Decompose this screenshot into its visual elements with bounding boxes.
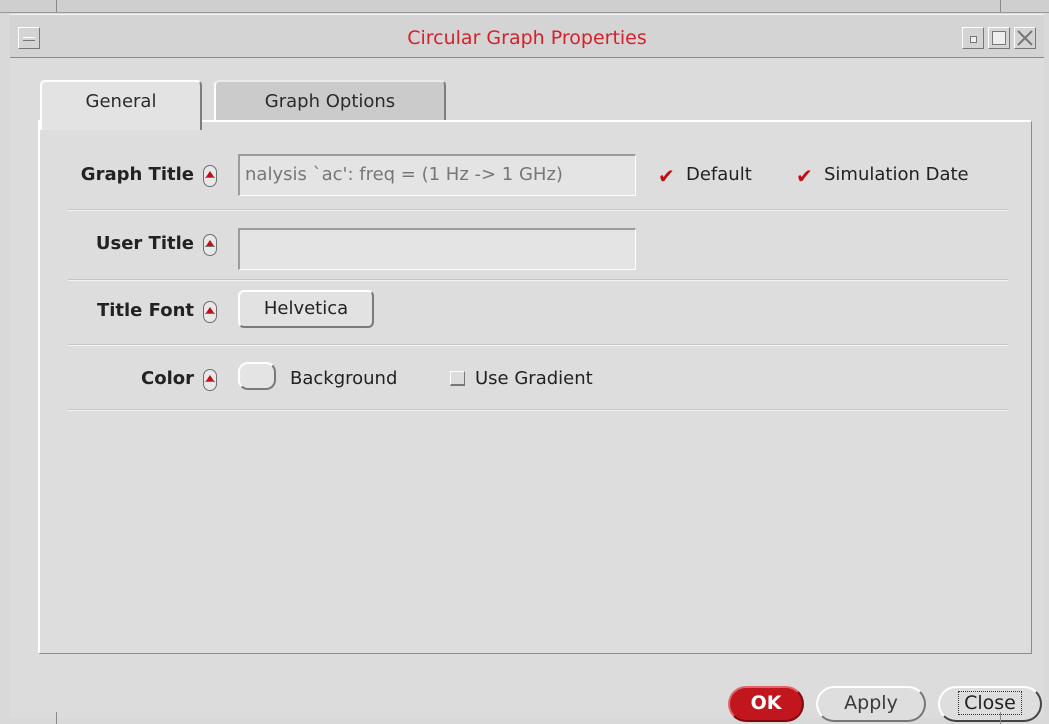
frame-tick (1000, 712, 1001, 724)
title-font-button[interactable]: Helvetica (238, 290, 374, 328)
tab-graph-options-label: Graph Options (264, 91, 396, 112)
checkbox-icon (450, 371, 465, 386)
ok-button[interactable]: OK (728, 686, 804, 722)
close-button[interactable]: Close (938, 686, 1042, 722)
frame-tick (56, 712, 57, 724)
background-color-button[interactable] (238, 362, 276, 390)
tab-graph-options[interactable]: Graph Options (214, 80, 446, 124)
title-font-label: Title Font (96, 300, 194, 321)
tab-general-label: General (85, 91, 157, 112)
close-window-button[interactable] (1014, 27, 1036, 49)
window-title: Circular Graph Properties (407, 27, 647, 49)
simulation-date-label: Simulation Date (824, 164, 969, 185)
window-frame: Circular Graph Properties General Graph … (0, 0, 1049, 724)
color-stepper-icon[interactable] (203, 369, 217, 391)
title-font-stepper-icon[interactable] (203, 301, 217, 323)
close-icon (1017, 30, 1033, 46)
checkmark-icon: ✔ (796, 164, 813, 188)
graph-title-stepper-icon[interactable] (203, 165, 217, 187)
row-divider (68, 344, 1008, 346)
row-divider (68, 279, 1008, 281)
apply-button[interactable]: Apply (816, 686, 926, 722)
checkmark-icon: ✔ (658, 164, 675, 188)
frame-tick (1000, 0, 1001, 12)
user-title-label: User Title (95, 233, 194, 254)
dialog-body: General Graph Options Graph Title nalysi… (10, 58, 1044, 722)
row-divider (68, 409, 1008, 411)
user-title-row: User Title (68, 228, 1008, 270)
window-top-edge (0, 0, 1049, 13)
use-gradient-label: Use Gradient (475, 368, 593, 389)
title-bar[interactable]: Circular Graph Properties (10, 14, 1044, 58)
minimize-icon (970, 36, 977, 43)
default-checkbox[interactable]: ✔ Default (658, 164, 752, 187)
color-label: Color (141, 368, 194, 389)
color-row: Color Background Use Gradient (68, 362, 1008, 396)
title-font-row: Title Font Helvetica (68, 290, 1008, 328)
maximize-button[interactable] (988, 27, 1010, 49)
close-button-label: Close (958, 691, 1022, 715)
frame-tick (56, 0, 57, 12)
maximize-icon (992, 31, 1006, 45)
simulation-date-checkbox[interactable]: ✔ Simulation Date (796, 164, 969, 187)
graph-title-input[interactable]: nalysis `ac': freq = (1 Hz -> 1 GHz) (238, 154, 636, 196)
general-panel: Graph Title nalysis `ac': freq = (1 Hz -… (38, 120, 1032, 654)
user-title-stepper-icon[interactable] (203, 234, 217, 256)
row-divider (68, 209, 1008, 211)
graph-title-label: Graph Title (80, 164, 194, 185)
use-gradient-checkbox[interactable]: Use Gradient (450, 368, 593, 389)
user-title-input[interactable] (238, 228, 636, 270)
graph-title-row: Graph Title nalysis `ac': freq = (1 Hz -… (68, 154, 1008, 196)
default-checkbox-label: Default (686, 164, 752, 185)
background-label: Background (290, 368, 398, 389)
minimize-button[interactable] (962, 27, 984, 49)
tab-general[interactable]: General (40, 80, 202, 130)
